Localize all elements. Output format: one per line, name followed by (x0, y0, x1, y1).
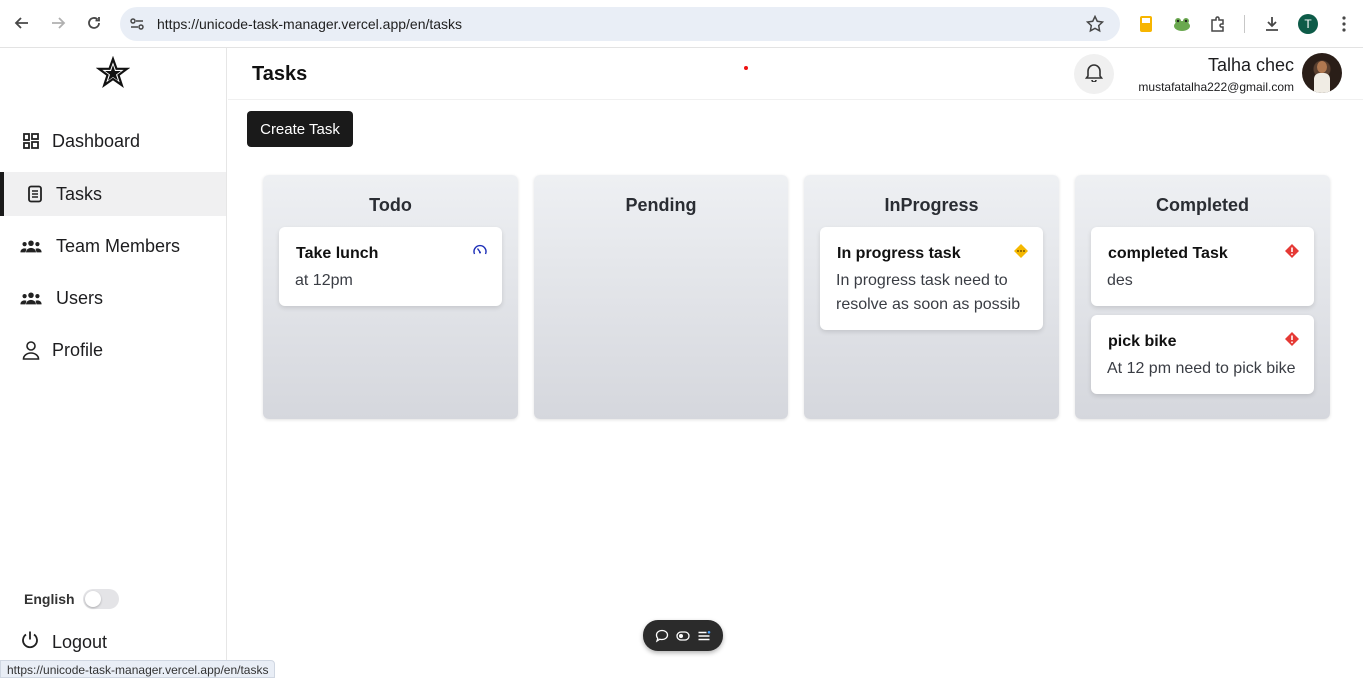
column-pending: Pending (534, 175, 788, 419)
user-avatar[interactable] (1302, 53, 1342, 93)
download-icon[interactable] (1261, 13, 1283, 35)
url-text[interactable]: https://unicode-task-manager.vercel.app/… (157, 16, 462, 32)
sidebar-item-label: Tasks (56, 183, 103, 204)
extensions-puzzle-icon[interactable] (1207, 13, 1229, 35)
avatar-head (1317, 61, 1327, 73)
high-priority-icon (1284, 331, 1300, 347)
sidebar-item-users[interactable]: Users (0, 276, 226, 320)
language-toggle[interactable] (83, 589, 119, 609)
logout-button[interactable]: Logout (20, 630, 107, 655)
user-name: Talha chec (1207, 55, 1294, 75)
back-icon[interactable] (11, 12, 33, 34)
avatar-shirt (1314, 73, 1330, 93)
task-description-line: In progress task need to (836, 272, 1008, 289)
language-label: English (24, 591, 75, 607)
extension-frog-icon[interactable] (1171, 13, 1193, 35)
task-description: At 12 pm need to pick bike (1107, 360, 1296, 377)
toggle-view-icon[interactable] (675, 628, 691, 644)
menu-list-icon[interactable] (696, 628, 712, 644)
power-icon (20, 630, 40, 655)
task-title: Take lunch (296, 245, 379, 262)
sidebar: Dashboard Tasks Team Members Users Profi… (0, 48, 227, 678)
logout-label: Logout (52, 632, 108, 652)
browser-toolbar: https://unicode-task-manager.vercel.app/… (0, 0, 1363, 48)
task-description: des (1107, 272, 1133, 289)
more-menu-icon[interactable] (1333, 13, 1355, 35)
high-priority-icon (1284, 243, 1300, 259)
page-title: Tasks (252, 63, 308, 85)
user-email: mustafatalha222@gmail.com (1138, 80, 1294, 94)
team-icon (20, 235, 42, 257)
column-title: Todo (369, 195, 412, 215)
tasks-icon (24, 183, 46, 205)
bell-icon (1084, 62, 1104, 87)
task-card[interactable]: pick bike At 12 pm need to pick bike (1091, 315, 1314, 394)
extension-notes-icon[interactable] (1135, 13, 1157, 35)
task-description: In progress task need to resolve as soon… (836, 269, 1034, 317)
sidebar-item-label: Dashboard (52, 130, 141, 151)
sidebar-item-label: Users (56, 287, 104, 308)
task-description-line: resolve as soon as possib (836, 296, 1021, 313)
task-title: In progress task (837, 245, 961, 262)
low-priority-gauge-icon (472, 243, 488, 259)
task-card[interactable]: Take lunch at 12pm (279, 227, 502, 306)
comment-icon[interactable] (654, 628, 670, 644)
sidebar-item-dashboard[interactable]: Dashboard (0, 119, 226, 163)
top-header: Tasks Talha chec mustafatalha222@gmail.c… (228, 48, 1363, 100)
task-card[interactable]: completed Task des (1091, 227, 1314, 306)
notifications-button[interactable] (1074, 54, 1114, 94)
column-title: InProgress (884, 195, 979, 215)
site-settings-icon[interactable] (128, 15, 146, 33)
forward-icon[interactable] (47, 12, 69, 34)
reload-icon[interactable] (83, 12, 105, 34)
app-logo-star-icon[interactable] (95, 55, 131, 90)
sidebar-item-profile[interactable]: Profile (0, 328, 226, 372)
floating-toolbar (643, 620, 723, 651)
column-todo: Todo Take lunch at 12pm (263, 175, 518, 419)
users-icon (20, 287, 42, 309)
column-title: Pending (625, 195, 697, 215)
sidebar-item-tasks[interactable]: Tasks (0, 172, 226, 216)
task-card[interactable]: In progress task In progress task need t… (820, 227, 1043, 330)
sidebar-item-team-members[interactable]: Team Members (0, 224, 226, 268)
person-icon (20, 339, 42, 361)
task-description: at 12pm (295, 272, 353, 289)
dashboard-icon (20, 130, 42, 152)
sidebar-item-label: Team Members (56, 235, 181, 256)
task-title: pick bike (1108, 333, 1177, 350)
column-completed: Completed completed Task des pick bike A… (1075, 175, 1330, 419)
create-task-button[interactable]: Create Task (247, 111, 353, 147)
medium-priority-icon (1013, 243, 1029, 259)
browser-profile-avatar[interactable]: T (1298, 14, 1318, 34)
bookmark-star-icon[interactable] (1086, 15, 1104, 33)
column-inprogress: InProgress In progress task In progress … (804, 175, 1059, 419)
task-title: completed Task (1108, 245, 1228, 262)
status-bar-url: https://unicode-task-manager.vercel.app/… (0, 660, 276, 678)
sidebar-item-label: Profile (52, 339, 104, 360)
column-title: Completed (1155, 195, 1249, 215)
red-indicator-dot (744, 66, 748, 70)
toolbar-divider (1244, 15, 1245, 33)
address-bar[interactable]: https://unicode-task-manager.vercel.app/… (120, 7, 1120, 41)
toggle-knob (85, 591, 101, 607)
